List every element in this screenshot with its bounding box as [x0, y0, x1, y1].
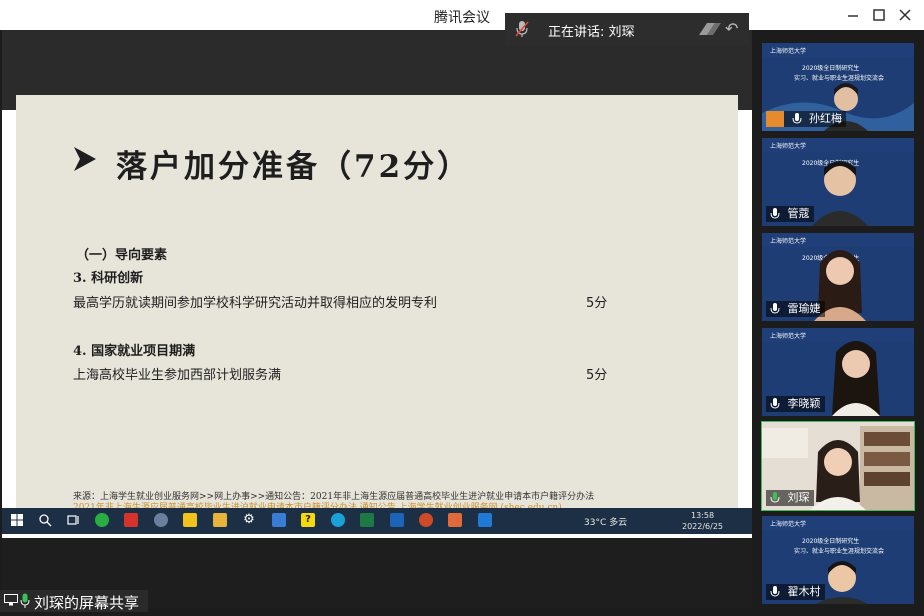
participant-tile[interactable]: 上海师范大学 2020级全日制研究生 雷瑜婕: [762, 233, 914, 321]
participant-name: 孙红梅: [766, 111, 846, 127]
wechat-icon[interactable]: [95, 513, 109, 527]
participant-name: 翟木村: [766, 584, 825, 600]
undo-icon[interactable]: ↶: [725, 19, 738, 38]
clock-date: 2022/6/25: [682, 522, 724, 531]
tile-line1: 2020级全日制研究生: [802, 64, 859, 72]
item2-text: 上海高校毕业生参加西部计划服务满: [73, 368, 282, 383]
edge-icon[interactable]: [331, 513, 345, 527]
app-blue-icon[interactable]: [478, 513, 492, 527]
taskbar: ⚙ ? 33°C 多云 13:58 2022/6/25: [2, 508, 752, 534]
maximize-icon[interactable]: [869, 5, 889, 25]
participant-tile[interactable]: 上海师范大学 2020级全日制研究生 实习、就业与职业生涯规划交流会 翟木村: [762, 516, 914, 604]
item1-score: 5分: [586, 296, 608, 311]
windows-start-icon[interactable]: [10, 513, 24, 527]
screen-share-label: 刘琛的屏幕共享: [0, 590, 148, 612]
slide: 落户加分准备（72分） （一）导向要素 3. 科研创新 最高学历就读期间参加学校…: [16, 95, 738, 508]
weather-text[interactable]: 33°C 多云: [584, 515, 627, 528]
participant-name: 刘琛: [766, 490, 814, 506]
speaking-label: 正在讲话: 刘琛: [548, 25, 635, 40]
app-red-icon[interactable]: [124, 513, 138, 527]
screen-share-text: 刘琛的屏幕共享: [34, 594, 140, 612]
participant-tile[interactable]: 上海师范大学 2020级全日制研究生 实习、就业与职业生涯规划交流会 孙红梅: [762, 43, 914, 131]
item2-heading: 4. 国家就业项目期满: [73, 344, 196, 359]
help-icon[interactable]: ?: [301, 513, 315, 527]
app-yellow-icon[interactable]: [213, 513, 227, 527]
minimize-icon[interactable]: [843, 5, 863, 25]
mic-muted-icon: [515, 21, 529, 37]
settings-icon[interactable]: ⚙: [242, 513, 256, 527]
slide-section: （一）导向要素: [76, 248, 168, 263]
sticky-notes-icon[interactable]: [183, 513, 197, 527]
participant-tile[interactable]: 上海师范大学 李晓颖: [762, 328, 914, 416]
tile-school: 上海师范大学: [770, 47, 806, 55]
item1-text: 最高学历就读期间参加学校科学研究活动并取得相应的发明专利: [73, 296, 438, 311]
search-icon[interactable]: [38, 513, 52, 527]
speaking-indicator: 正在讲话: 刘琛 ↶: [505, 13, 749, 45]
tile-school: 上海师范大学: [770, 142, 806, 150]
arrow-bullet-icon: [74, 147, 96, 171]
participant-name: 管蔻: [766, 206, 814, 222]
store-icon[interactable]: [272, 513, 286, 527]
slide-title: 落户加分准备（72分）: [116, 149, 472, 185]
slide-source-link: 2021年非上海生源应届普通高校毕业生进沪就业申请本市户籍评分办法 通知公告 上…: [73, 503, 562, 508]
excel-icon[interactable]: [360, 513, 374, 527]
participant-tile[interactable]: 上海师范大学 2020级全日制研究生 管蔻: [762, 138, 914, 226]
participant-name: 雷瑜婕: [766, 301, 825, 317]
mic-icon: [766, 396, 784, 412]
tile-school: 上海师范大学: [770, 520, 806, 528]
tile-school: 上海师范大学: [770, 237, 806, 245]
item2-score: 5分: [586, 368, 608, 383]
mic-icon: [766, 301, 784, 317]
close-icon[interactable]: [895, 5, 915, 25]
clock[interactable]: 13:58 2022/6/25: [682, 510, 723, 532]
mic-icon: [766, 584, 784, 600]
app-title: 腾讯会议: [434, 10, 490, 26]
app-paint-icon[interactable]: [154, 513, 168, 527]
tile-line2: 实习、就业与职业生涯规划交流会: [794, 74, 884, 82]
outlook-icon[interactable]: [390, 513, 404, 527]
task-view-icon[interactable]: [66, 513, 80, 527]
mic-icon: [20, 593, 30, 608]
participant-tile-active[interactable]: 刘琛: [761, 421, 915, 511]
tile-line1: 2020级全日制研究生: [802, 537, 859, 545]
mic-icon: [766, 206, 784, 222]
tile-school: 上海师范大学: [770, 332, 806, 340]
item1-heading: 3. 科研创新: [73, 271, 144, 286]
clock-time: 13:58: [690, 511, 715, 520]
avatar-icon: [766, 111, 784, 127]
eraser-icon[interactable]: [693, 21, 723, 37]
title-bar: 腾讯会议: [0, 0, 924, 30]
participant-name: 李晓颖: [766, 396, 825, 412]
monitor-icon: [4, 594, 18, 606]
tile-line2: 实习、就业与职业生涯规划交流会: [794, 547, 884, 555]
participant-panel: 上海师范大学 2020级全日制研究生 实习、就业与职业生涯规划交流会 孙红梅 上…: [758, 38, 918, 610]
powerpoint-icon[interactable]: [419, 513, 433, 527]
tencent-meeting-icon[interactable]: [448, 513, 462, 527]
mic-active-icon: [766, 490, 784, 506]
mic-icon: [788, 111, 806, 127]
